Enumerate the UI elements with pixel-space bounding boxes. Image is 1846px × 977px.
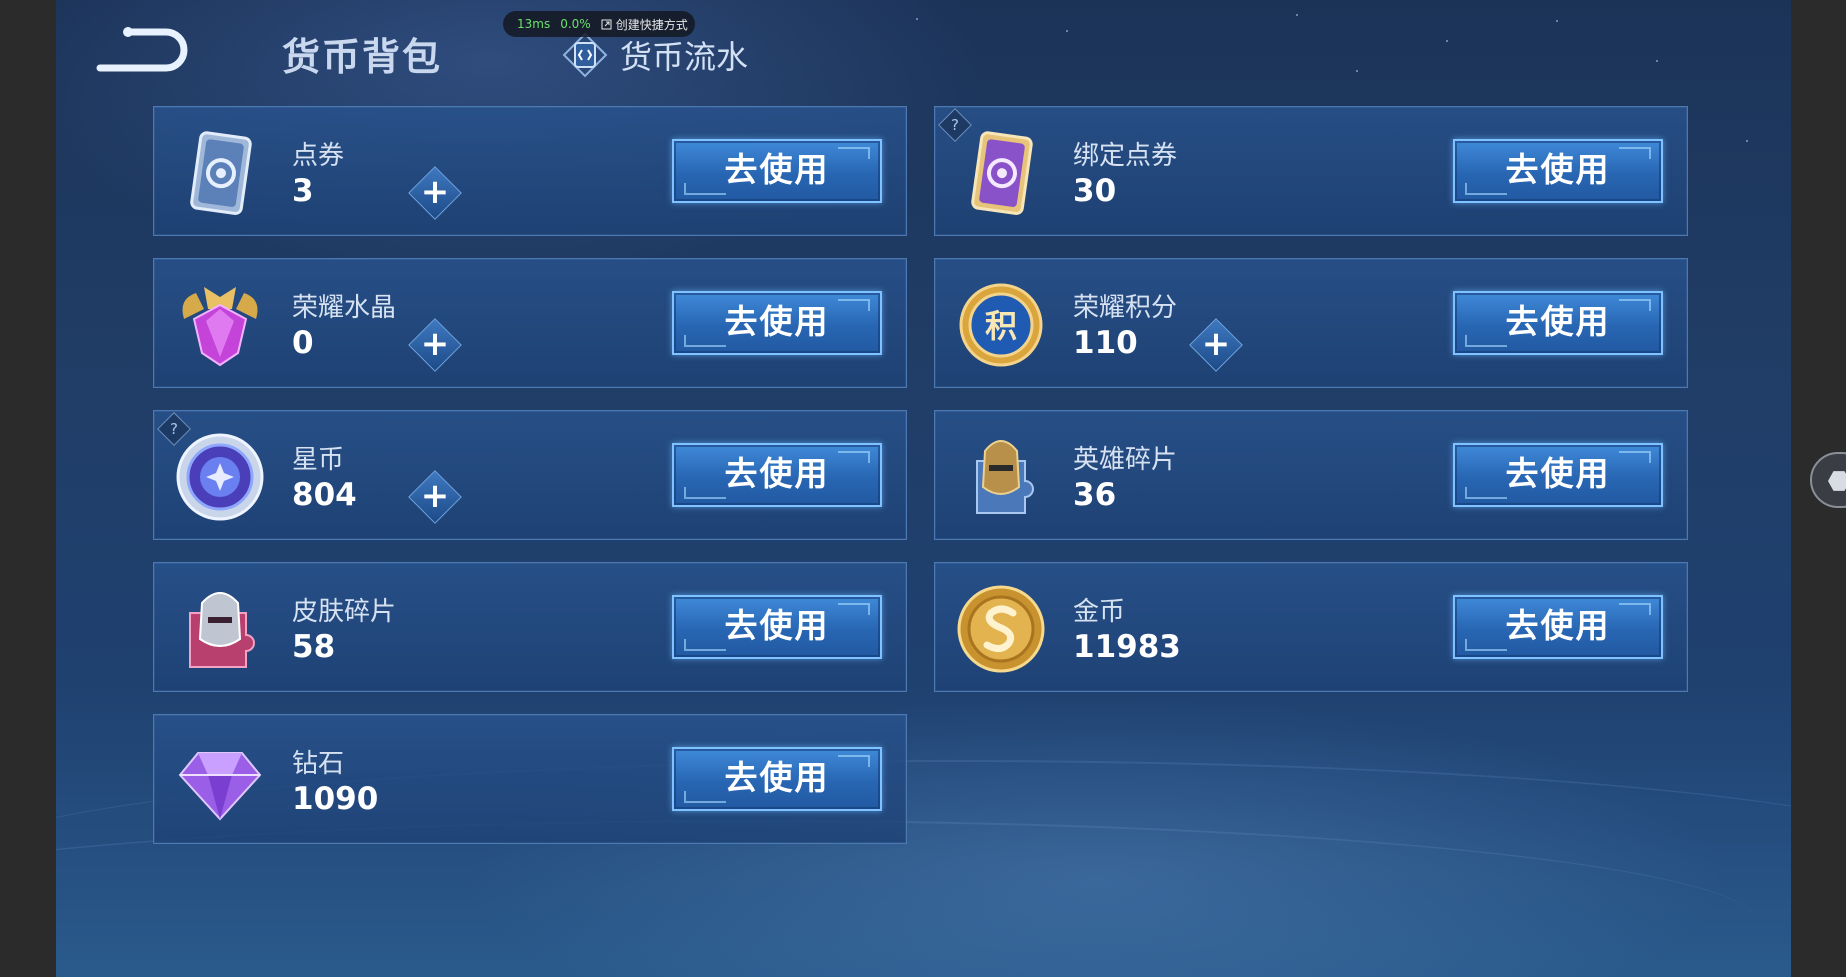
recharge-button[interactable]: + — [1189, 318, 1243, 372]
floating-side-handle[interactable] — [1810, 452, 1846, 508]
currency-name: 钻石 — [292, 749, 345, 779]
use-button[interactable]: 去使用 — [672, 443, 882, 507]
plus-icon: + — [420, 172, 450, 212]
back-arrow-icon — [96, 27, 188, 72]
currency-card-diamond: 钻石 1090 去使用 — [153, 714, 907, 844]
use-button-label: 去使用 — [724, 454, 830, 493]
currency-card-glory-crystal: 荣耀水晶 0 + 去使用 — [153, 258, 907, 388]
currency-name: 荣耀水晶 — [292, 293, 397, 323]
use-button[interactable]: 去使用 — [1453, 291, 1663, 355]
bound-coupon-icon — [955, 127, 1047, 219]
use-button[interactable]: 去使用 — [672, 291, 882, 355]
currency-name: 英雄碎片 — [1073, 445, 1178, 475]
back-button[interactable] — [96, 26, 192, 78]
currency-card-star-coin: ? 星币 804 + 去使用 — [153, 410, 907, 540]
currency-value: 804 — [292, 477, 357, 513]
currency-flow-icon — [562, 32, 608, 78]
coupon-icon — [174, 127, 266, 219]
currency-card-glory-points: 积 荣耀积分 110 + 去使用 — [934, 258, 1688, 388]
currency-value: 0 — [292, 325, 314, 361]
currency-value: 58 — [292, 629, 336, 665]
currency-value: 30 — [1073, 173, 1117, 209]
use-button-label: 去使用 — [724, 606, 830, 645]
recharge-button[interactable]: + — [408, 166, 462, 220]
page-title: 货币背包 — [282, 35, 443, 79]
shortcut-label: 创建快捷方式 — [615, 17, 688, 32]
use-button[interactable]: 去使用 — [1453, 595, 1663, 659]
shortcut-icon — [601, 19, 612, 29]
use-button-label: 去使用 — [1505, 150, 1611, 189]
use-button-label: 去使用 — [1505, 454, 1611, 493]
currency-value: 1090 — [292, 781, 379, 817]
create-shortcut-link[interactable]: 创建快捷方式 — [601, 16, 688, 33]
currency-value: 11983 — [1073, 629, 1181, 665]
currency-name: 星币 — [292, 445, 345, 475]
currency-value: 36 — [1073, 477, 1117, 513]
currency-card-hero-fragment: 英雄碎片 36 去使用 — [934, 410, 1688, 540]
currency-name: 荣耀积分 — [1073, 293, 1178, 323]
gold-coin-icon — [955, 583, 1047, 675]
hero-fragment-icon — [955, 431, 1047, 523]
use-button[interactable]: 去使用 — [672, 595, 882, 659]
use-button-label: 去使用 — [1505, 302, 1611, 341]
currency-card-gold-coin: 金币 11983 去使用 — [934, 562, 1688, 692]
latency-text: 13ms — [517, 17, 551, 31]
plus-icon: + — [420, 324, 450, 364]
use-button[interactable]: 去使用 — [1453, 443, 1663, 507]
currency-value: 3 — [292, 173, 314, 209]
glory-points-icon: 积 — [955, 279, 1047, 371]
plus-icon: + — [420, 476, 450, 516]
currency-name: 皮肤碎片 — [292, 597, 397, 627]
currency-card-coupon: 点券 3 + 去使用 — [153, 106, 907, 236]
diamond-icon — [174, 735, 266, 827]
currency-flow-label: 货币流水 — [620, 38, 749, 76]
perf-overlay: 13ms 0.0% 创建快捷方式 — [503, 11, 695, 37]
use-button-label: 去使用 — [724, 758, 830, 797]
use-button[interactable]: 去使用 — [672, 139, 882, 203]
currency-name: 点券 — [292, 141, 345, 171]
currency-name: 金币 — [1073, 597, 1126, 627]
points-glyph: 积 — [985, 307, 1017, 345]
percent-text: 0.0% — [560, 17, 591, 31]
glory-crystal-icon — [174, 279, 266, 371]
plus-icon: + — [1201, 324, 1231, 364]
skin-fragment-icon — [174, 583, 266, 675]
hexagon-icon — [1828, 471, 1846, 491]
use-button[interactable]: 去使用 — [1453, 139, 1663, 203]
star-coin-icon — [174, 431, 266, 523]
use-button-label: 去使用 — [724, 302, 830, 341]
use-button[interactable]: 去使用 — [672, 747, 882, 811]
currency-card-bound-coupon: ? 绑定点券 30 去使用 — [934, 106, 1688, 236]
use-button-label: 去使用 — [1505, 606, 1611, 645]
currency-flow-link[interactable]: 货币流水 — [562, 32, 748, 78]
use-button-label: 去使用 — [724, 150, 830, 189]
recharge-button[interactable]: + — [408, 318, 462, 372]
recharge-button[interactable]: + — [408, 470, 462, 524]
currency-name: 绑定点券 — [1073, 141, 1178, 171]
currency-value: 110 — [1073, 325, 1138, 361]
currency-card-skin-fragment: 皮肤碎片 58 去使用 — [153, 562, 907, 692]
